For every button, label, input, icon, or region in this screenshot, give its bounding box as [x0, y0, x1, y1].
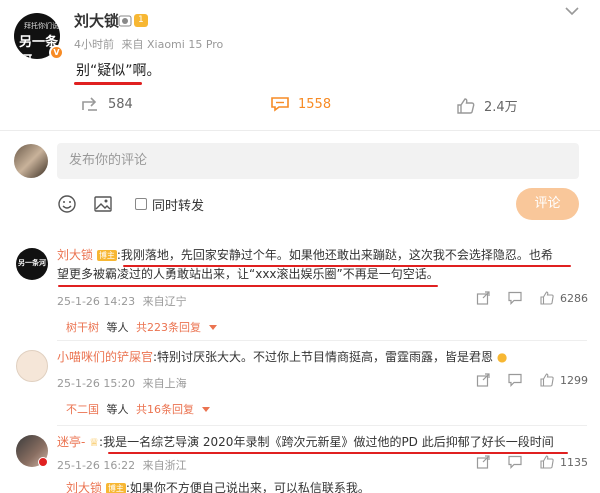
thumbs-up-icon: [540, 373, 554, 387]
comment-actions: 6286: [476, 291, 588, 305]
chevron-down-icon[interactable]: [562, 4, 582, 18]
reply-count: 共223条回复: [136, 321, 201, 334]
avatar-logo-text: 另一条河: [18, 259, 46, 267]
commenter-avatar[interactable]: [16, 350, 48, 382]
like-button[interactable]: 1135: [540, 455, 588, 469]
comment-actions: 1135: [476, 455, 588, 469]
reply-mid: 等人: [106, 403, 129, 416]
annotation-underline: [123, 265, 571, 267]
repost-button[interactable]: 584: [80, 96, 133, 112]
commenter-name[interactable]: 刘大锁: [57, 248, 93, 262]
author-tag: 博主: [96, 250, 117, 261]
share-icon[interactable]: [476, 291, 490, 305]
thumbs-up-icon: [540, 291, 554, 305]
reply-names: 树干树: [66, 321, 99, 334]
thumbs-up-emoji-icon: ●: [496, 350, 508, 364]
caret-down-icon: [208, 325, 217, 330]
comment-location: 来自浙江: [142, 459, 187, 472]
commenter-avatar[interactable]: 另一条河: [16, 248, 48, 280]
comment-button[interactable]: 1558: [270, 96, 331, 112]
reply-summary[interactable]: 不二国 等人 共16条回复: [66, 401, 210, 417]
commenter-name[interactable]: 刘大锁: [66, 481, 102, 493]
vip-crown-icon: ♕: [89, 436, 100, 449]
repost-label: 同时转发: [152, 198, 205, 214]
comment-date: 25-1-26 14:23: [57, 295, 136, 308]
share-icon[interactable]: [476, 455, 490, 469]
comment-item: 另一条河 刘大锁 博主:我刚落地，先回家安静过个年。如果他还敢出来蹦跶，这次我不…: [0, 246, 600, 338]
like-count: 2.4万: [484, 100, 518, 115]
comment-line: 望更多被霸凌过的人勇敢站出来，让“xxx滚出娱乐圈”不再是一句空话。: [57, 267, 439, 281]
comment-line: :如果你不方便自己说出来，可以私信联系我。: [125, 481, 370, 493]
comment-date: 25-1-26 15:20: [57, 377, 136, 390]
comment-like-count: 1135: [560, 455, 588, 469]
divider: [57, 425, 587, 426]
commenter-name[interactable]: 小喵咪们的铲屎官: [57, 350, 153, 364]
crown-icon: [118, 15, 132, 26]
comment-like-count: 6286: [560, 291, 588, 305]
annotation-underline: [74, 82, 142, 85]
comment-meta: 25-1-26 15:20 来自上海: [57, 375, 187, 391]
badge-icon: [38, 457, 48, 467]
annotation-underline: [58, 285, 438, 287]
reply-mid: 等人: [106, 321, 129, 334]
comment-text: 迷亭- ♕:我是一名综艺导演 2020年录制《跨次元新星》做过他的PD 此后抑郁…: [57, 433, 587, 452]
comment-input[interactable]: 发布你的评论: [57, 143, 579, 179]
share-icon[interactable]: [476, 373, 490, 387]
author-tag: 博主: [105, 483, 126, 493]
comment-line: :我是一名综艺导演 2020年录制《跨次元新星》做过他的PD 此后抑郁了好长一段…: [99, 435, 554, 449]
post-time: 4小时前: [74, 38, 114, 51]
post-meta: 4小时前 来自 Xiaomi 15 Pro: [74, 36, 223, 52]
like-button[interactable]: 6286: [540, 291, 588, 305]
verified-badge-icon: V: [49, 45, 64, 60]
divider: [0, 130, 600, 131]
repost-count: 584: [108, 96, 133, 112]
image-icon[interactable]: [93, 194, 113, 214]
reply-count: 共16条回复: [136, 403, 194, 416]
reply-names: 不二国: [66, 403, 99, 416]
post-actions: 584 1558 2.4万: [0, 90, 600, 122]
like-button[interactable]: 1299: [540, 373, 588, 387]
thumbs-up-icon: [540, 455, 554, 469]
like-button[interactable]: 2.4万: [456, 96, 518, 115]
comment-text: 刘大锁 博主:我刚落地，先回家安静过个年。如果他还敢出来蹦跶，这次我不会选择隐忍…: [57, 246, 587, 265]
emoji-icon[interactable]: [57, 194, 77, 214]
comment-icon[interactable]: [508, 291, 522, 305]
post-text: 别“疑似”啊。: [76, 63, 161, 79]
comment-location: 来自辽宁: [142, 295, 187, 308]
composer-tools: 同时转发: [57, 193, 204, 215]
repost-icon: [82, 97, 97, 111]
my-avatar: [14, 144, 48, 178]
comment-item: 迷亭- ♕:我是一名综艺导演 2020年录制《跨次元新星》做过他的PD 此后抑郁…: [0, 433, 600, 473]
comment-meta: 25-1-26 16:22 来自浙江: [57, 457, 187, 473]
checkbox-box[interactable]: [135, 198, 147, 210]
comment-actions: 1299: [476, 373, 588, 387]
comment-item: 小喵咪们的铲屎官:特别讨厌张大大。不过你上节目情商挺高，雷霆雨露，皆是君恩 ● …: [0, 348, 600, 423]
annotation-underline: [108, 452, 568, 454]
submit-comment-button[interactable]: 评论: [516, 188, 579, 220]
commenter-name[interactable]: 迷亭-: [57, 435, 85, 449]
comment-icon: [271, 97, 289, 112]
comment-text: 小喵咪们的铲屎官:特别讨厌张大大。不过你上节目情商挺高，雷霆雨露，皆是君恩 ●: [57, 348, 587, 367]
avatar-caption: 拜托你们说: [24, 22, 59, 30]
comment-location: 来自上海: [142, 377, 187, 390]
divider: [57, 340, 587, 341]
repost-checkbox[interactable]: 同时转发: [135, 195, 204, 214]
user-level-badge: 1: [118, 13, 148, 28]
comment-icon[interactable]: [508, 455, 522, 469]
comment-like-count: 1299: [560, 373, 588, 387]
comment-date: 25-1-26 16:22: [57, 459, 136, 472]
comment-line: :我刚落地，先回家安静过个年。如果他还敢出来蹦跶，这次我不会选择隐忍。也希: [116, 248, 553, 262]
level-number: 1: [134, 14, 148, 27]
author-name[interactable]: 刘大锁: [74, 10, 119, 31]
comment-icon[interactable]: [508, 373, 522, 387]
post-source: 来自 Xiaomi 15 Pro: [121, 38, 224, 51]
comment-count: 1558: [298, 96, 332, 112]
reply-summary[interactable]: 树干树 等人 共223条回复: [66, 319, 217, 335]
comment-meta: 25-1-26 14:23 来自辽宁: [57, 293, 187, 309]
comment-line: :特别讨厌张大大。不过你上节目情商挺高，雷霆雨露，皆是君恩: [153, 350, 494, 364]
caret-down-icon: [201, 407, 210, 412]
nested-reply: 刘大锁 博主:如果你不方便自己说出来，可以私信联系我。: [66, 479, 586, 493]
thumbs-up-icon: [457, 97, 475, 114]
